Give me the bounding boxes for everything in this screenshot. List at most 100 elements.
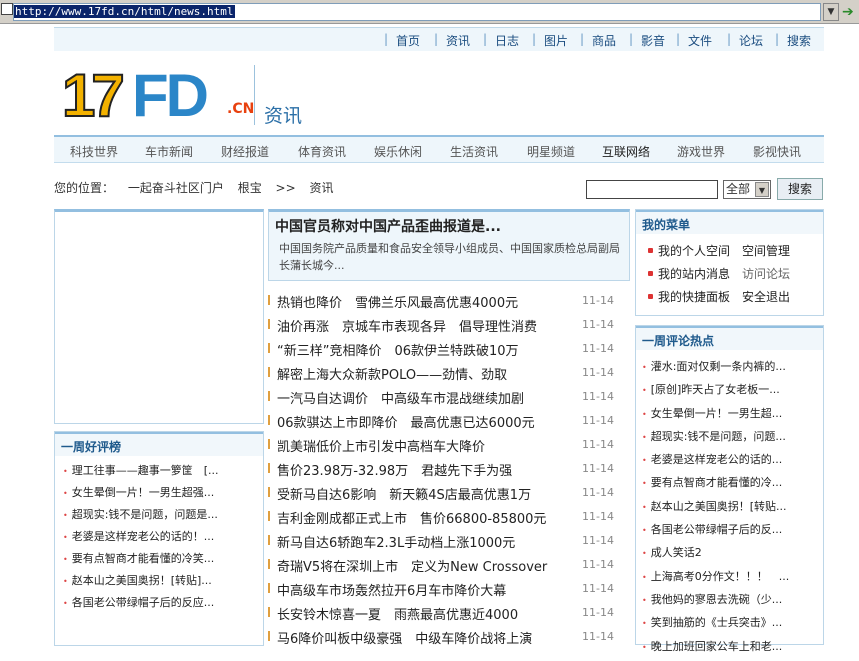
list-item[interactable]: 老婆是这样宠老公的话的！... <box>63 528 263 550</box>
list-item[interactable]: 女生晕倒一片！一男生超强... <box>63 484 263 506</box>
news-title[interactable]: 06款骐达上市即降价 最高优惠已达6000元 <box>277 412 535 431</box>
news-title[interactable]: 马6降价叫板中级豪强 中级车降价战将上演 <box>277 628 532 647</box>
news-date: 11-14 <box>582 390 614 403</box>
news-bullet <box>268 631 270 641</box>
url-input[interactable]: http://www.17fd.cn/html/news.html <box>13 3 821 21</box>
go-arrow-icon[interactable]: ➔ <box>842 2 859 22</box>
top-nav-item[interactable]: 论坛 <box>739 32 763 49</box>
logo-divider <box>254 65 255 125</box>
news-title[interactable]: 热销也降价 雪佛兰乐风最高优惠4000元 <box>277 292 518 311</box>
chevron-down-icon: ▼ <box>755 182 769 197</box>
menu-item[interactable]: 空间管理 <box>742 242 790 259</box>
news-title[interactable]: 售价23.98万-32.98万 君越先下手为强 <box>277 460 512 479</box>
news-row: 受新马自达6影响 新天籁4S店最高优惠1万 11-14 <box>268 481 630 505</box>
list-item[interactable]: 各国老公带绿帽子后的反应... <box>63 594 263 616</box>
top-nav-item[interactable]: 资讯 <box>446 32 470 49</box>
list-item[interactable]: 各国老公带绿帽子后的反... <box>642 521 823 544</box>
list-item[interactable]: 赵本山之美国奥拐！[转贴]... <box>63 572 263 594</box>
list-item[interactable]: 灌水:面对仅剩一条内裤的... <box>642 358 823 381</box>
news-date: 11-14 <box>582 366 614 379</box>
search-input[interactable] <box>586 180 718 199</box>
category-nav-item[interactable]: 娱乐休闲 <box>374 143 422 160</box>
list-item[interactable]: 上海高考0分作文！！！ ... <box>642 568 823 591</box>
news-title[interactable]: 新马自达6轿跑车2.3L手动档上涨1000元 <box>277 532 515 551</box>
category-nav-item[interactable]: 生活资讯 <box>450 143 498 160</box>
list-item[interactable]: 老婆是这样宠老公的话的... <box>642 451 823 474</box>
top-nav-item[interactable]: 首页 <box>396 32 420 49</box>
menu-item[interactable]: 安全退出 <box>742 288 790 305</box>
top-nav-item[interactable]: 图片 <box>544 32 568 49</box>
url-dropdown-button[interactable]: ▼ <box>823 3 839 21</box>
panel-title: 一周好评榜 <box>55 432 263 456</box>
headline-box: 中国官员称对中国产品歪曲报道是... 中国国务院产品质量和食品安全领导小组成员、… <box>268 209 630 281</box>
news-title[interactable]: 解密上海大众新款POLO——劲情、劲取 <box>277 364 507 383</box>
logo-suffix: .CN <box>227 101 255 117</box>
review-list: 理工往事——趣事一箩筐 [...女生晕倒一片！一男生超强...超现实:钱不是问题… <box>55 456 263 616</box>
search-scope-select[interactable]: 全部 ▼ <box>723 180 771 199</box>
news-title[interactable]: “新三样”竞相降价 06款伊兰特跌破10万 <box>277 340 519 359</box>
list-item[interactable]: 女生晕倒一片！一男生超... <box>642 405 823 428</box>
top-nav-item[interactable]: 影音 <box>641 32 665 49</box>
nav-separator: | <box>676 32 681 46</box>
site-logo[interactable]: 17 FD .CN <box>61 62 262 130</box>
top-nav-item[interactable]: 商品 <box>592 32 616 49</box>
news-title[interactable]: 中高级车市场轰然拉开6月车市降价大幕 <box>277 580 506 599</box>
my-menu-panel: 我的菜单 我的个人空间 空间管理 我的站内消息 访问论坛 我的快捷面板 安全退出 <box>635 209 824 316</box>
nav-separator: | <box>629 32 634 46</box>
top-nav-item[interactable]: 日志 <box>495 32 519 49</box>
list-item[interactable]: 笑到抽筋的《士兵突击》... <box>642 614 823 637</box>
list-item[interactable]: 要有点智商才能看懂的冷笑... <box>63 550 263 572</box>
news-bullet <box>268 535 270 545</box>
top-nav-item[interactable]: 搜索 <box>787 32 811 49</box>
list-item[interactable]: 晚上加班回家公车上和老... <box>642 638 823 661</box>
list-item[interactable]: 赵本山之美国奥拐！[转贴... <box>642 498 823 521</box>
breadcrumb-link-portal[interactable]: 一起奋斗社区门户 <box>128 181 224 195</box>
news-date: 11-14 <box>582 558 614 571</box>
category-nav-item[interactable]: 互联网络 <box>602 143 650 160</box>
search-button[interactable]: 搜索 <box>777 178 823 200</box>
list-item[interactable]: 超现实:钱不是问题，问题... <box>642 428 823 451</box>
bullet-icon <box>648 271 653 276</box>
menu-item[interactable]: 访问论坛 <box>742 265 790 282</box>
search-scope-value: 全部 <box>726 182 751 196</box>
news-title[interactable]: 受新马自达6影响 新天籁4S店最高优惠1万 <box>277 484 531 503</box>
category-nav-item[interactable]: 财经报道 <box>221 143 269 160</box>
news-title[interactable]: 一汽马自达调价 中高级车市混战继续加剧 <box>277 388 524 407</box>
news-title[interactable]: 长安铃木惊喜一夏 雨燕最高优惠近4000 <box>277 604 518 623</box>
news-title[interactable]: 奇瑞V5将在深圳上市 定义为New Crossover <box>277 556 547 575</box>
breadcrumb-label: 您的位置： <box>54 181 115 195</box>
news-title[interactable]: 凯美瑞低价上市引发中高档车大降价 <box>277 436 485 455</box>
news-bullet <box>268 367 270 377</box>
menu-item[interactable]: 我的个人空间 <box>658 242 730 259</box>
list-item[interactable]: 超现实:钱不是问题，问题是... <box>63 506 263 528</box>
news-row: “新三样”竞相降价 06款伊兰特跌破10万 11-14 <box>268 337 630 361</box>
category-nav-item[interactable]: 明星频道 <box>527 143 575 160</box>
headline-title[interactable]: 中国官员称对中国产品歪曲报道是... <box>275 216 501 236</box>
list-item[interactable]: 我他妈的寥恩去洗碗（少... <box>642 591 823 614</box>
list-item[interactable]: 成人笑话2 <box>642 544 823 567</box>
category-nav-item[interactable]: 科技世界 <box>70 143 118 160</box>
hot-list: 灌水:面对仅剩一条内裤的...[原创]昨天占了女老板一...女生晕倒一片！一男生… <box>636 350 823 661</box>
list-item[interactable]: [原创]昨天占了女老板一... <box>642 381 823 404</box>
list-item[interactable]: 理工往事——趣事一箩筐 [... <box>63 462 263 484</box>
section-title: 资讯 <box>264 105 303 127</box>
news-date: 11-14 <box>582 582 614 595</box>
breadcrumb-link-root[interactable]: 根宝 <box>238 181 262 195</box>
news-date: 11-14 <box>582 606 614 619</box>
news-date: 11-14 <box>582 510 614 523</box>
news-bullet <box>268 559 270 569</box>
news-bullet <box>268 391 270 401</box>
category-nav-item[interactable]: 车市新闻 <box>145 143 193 160</box>
nav-separator: | <box>775 32 780 46</box>
menu-item[interactable]: 我的快捷面板 <box>658 288 730 305</box>
category-nav-item[interactable]: 游戏世界 <box>677 143 725 160</box>
news-date: 11-14 <box>582 294 614 307</box>
category-nav-item[interactable]: 影视快讯 <box>753 143 801 160</box>
news-title[interactable]: 吉利金刚成都正式上市 售价66800-85800元 <box>277 508 546 527</box>
category-nav-item[interactable]: 体育资讯 <box>298 143 346 160</box>
top-nav-item[interactable]: 文件 <box>688 32 712 49</box>
news-title[interactable]: 油价再涨 京城车市表现各异 倡导理性消费 <box>277 316 537 335</box>
news-bullet <box>268 511 270 521</box>
list-item[interactable]: 要有点智商才能看懂的冷... <box>642 474 823 497</box>
menu-item[interactable]: 我的站内消息 <box>658 265 730 282</box>
